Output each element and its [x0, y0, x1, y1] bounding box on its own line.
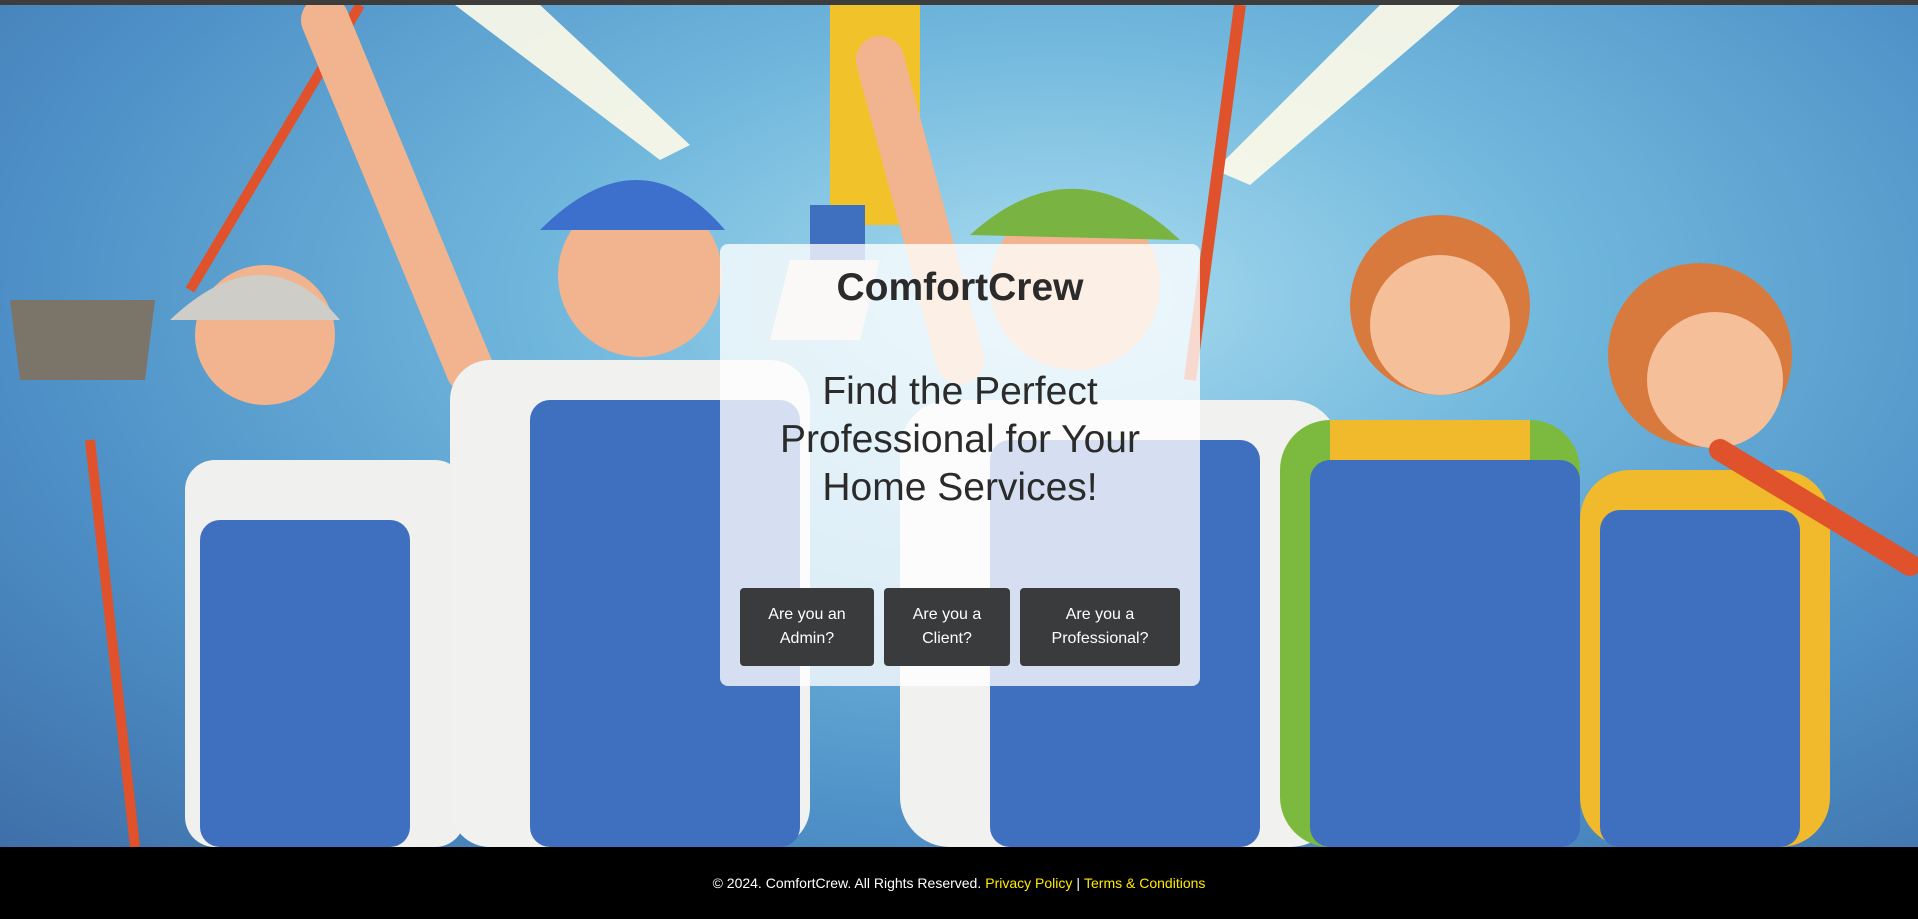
client-role-button[interactable]: Are you a Client?	[884, 588, 1010, 666]
hero-card: ComfortCrew Find the Perfect Professiona…	[720, 244, 1200, 686]
footer: © 2024. ComfortCrew. All Rights Reserved…	[0, 847, 1918, 919]
admin-role-button[interactable]: Are you an Admin?	[740, 588, 874, 666]
footer-copyright: © 2024. ComfortCrew. All Rights Reserved…	[712, 875, 982, 891]
privacy-policy-link[interactable]: Privacy Policy	[985, 875, 1072, 891]
browser-top-edge	[0, 0, 1918, 5]
terms-conditions-link[interactable]: Terms & Conditions	[1084, 875, 1205, 891]
hero-headline: Find the Perfect Professional for Your H…	[780, 370, 1140, 509]
footer-separator: |	[1076, 875, 1081, 891]
hero-section: ComfortCrew Find the Perfect Professiona…	[0, 0, 1918, 847]
brand-title: ComfortCrew	[836, 266, 1084, 309]
professional-role-button[interactable]: Are you a Professional?	[1020, 588, 1180, 666]
